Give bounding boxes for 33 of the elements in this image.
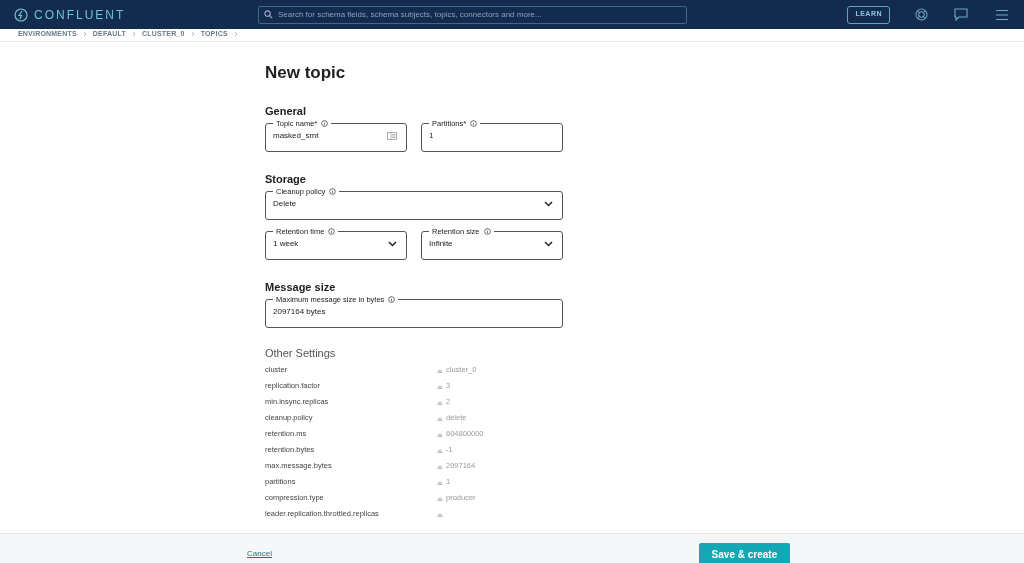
search-icon [264,10,273,19]
section-heading: General [265,104,307,118]
chevron-icon [233,30,238,37]
info-icon [388,295,396,303]
chevron-down-icon [388,241,397,247]
search-field[interactable]: Search for schema fields, schema subjects, topics, connectors and more... [258,5,687,24]
info-icon [328,227,336,235]
section-heading: Message size [265,280,337,294]
menu-icon[interactable] [996,8,1008,21]
section-heading: Other Settings [265,346,337,360]
chevron-icon [190,30,195,37]
field-value: 2097164 bytes [273,306,326,318]
logo-icon [14,7,28,22]
field-value: Infinite [429,238,453,250]
brand-name: CONFLUENT [34,6,126,24]
info-icon [329,187,337,195]
info-icon [321,119,329,127]
chevron-down-icon [544,201,553,207]
chevron-icon [131,30,136,37]
page-title: New topic [265,62,347,84]
cancel-link[interactable]: Cancel [247,548,272,560]
field-value: masked_smt [273,130,319,142]
field-value: Delete [273,198,297,210]
chevron-down-icon [544,241,553,247]
chevron-icon [82,30,87,37]
field-value: 1 week [273,238,299,250]
info-icon [470,119,478,127]
field-value: 1 [429,130,434,142]
help-icon[interactable] [915,8,928,21]
section-heading: Storage [265,172,307,186]
form-icon [387,132,397,140]
chat-icon[interactable] [954,8,968,21]
info-icon [483,227,491,235]
